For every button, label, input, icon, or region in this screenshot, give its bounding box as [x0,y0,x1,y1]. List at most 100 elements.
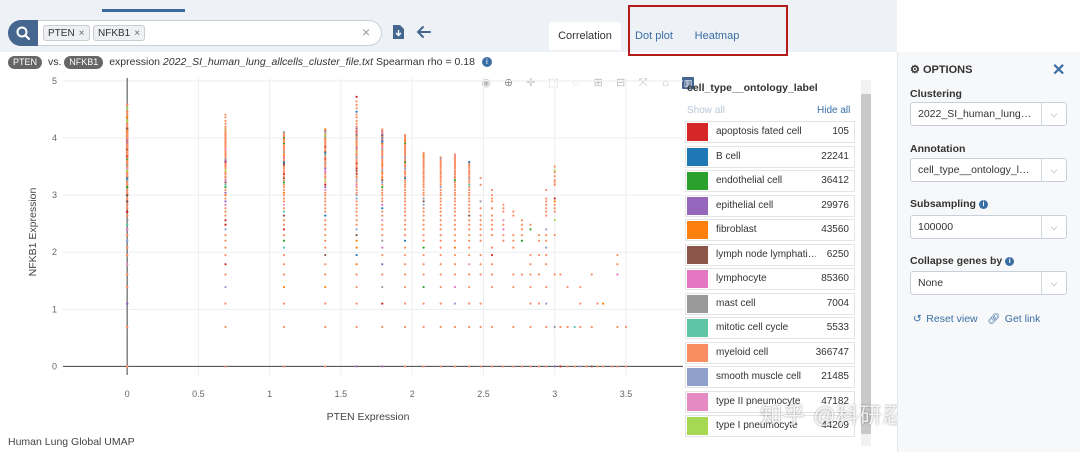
reset-view-link[interactable]: ↺ Reset view [913,309,978,327]
hide-all-link[interactable]: Hide all [817,105,850,116]
plot-axes [63,78,683,375]
remove-tag-icon[interactable]: × [134,28,140,39]
legend-item[interactable]: fibroblast 43560 [685,219,855,241]
scatter-point [453,219,457,222]
scatter-point [584,365,588,368]
show-all-link[interactable]: Show all [687,105,725,116]
scatter-point [468,302,471,305]
legend-item-label: B cell [716,150,741,162]
scatter-point [439,325,442,329]
scatter-point [529,253,532,257]
scatter-point [324,179,327,182]
search-button[interactable] [8,20,38,46]
legend-item[interactable]: apoptosis fated cell 105 [685,121,855,143]
scatter-point [553,273,556,276]
scatter-point [282,285,286,289]
annotation-select[interactable]: cell_type__ontology_l… ⌵ [910,158,1067,182]
scatter-point [224,263,227,266]
scatter-point [224,203,227,206]
scatter-plot[interactable]: 0 0.5 1 1.5 2 2.5 3 3.5 0 1 2 3 4 5 PTEN Expression N… [0,70,683,436]
link-icon: 🔗︎ [987,313,1001,325]
collapse-genes-select[interactable]: None ⌵ [910,271,1067,295]
scatter-point [468,193,471,197]
clustering-select[interactable]: 2022_SI_human_lung… ⌵ [910,102,1067,126]
scatter-point [324,228,327,231]
subsampling-select[interactable]: 100000 ⌵ [910,215,1067,239]
get-link-link[interactable]: 🔗︎ Get link [987,309,1040,327]
scatter-point [355,219,358,222]
scatter-point [512,246,515,249]
scatter-point [355,210,358,213]
clear-search-icon[interactable]: × [362,24,370,40]
legend-item[interactable]: lymph node lymphati… 6250 [685,243,855,266]
scatter-point [439,169,442,172]
scatter-point [355,103,358,106]
legend-panel: cell_type__ontology_label Show all Hide … [683,76,873,446]
y-tick-label: 5 [52,76,57,86]
y-tick-label: 3 [52,190,57,200]
remove-tag-icon[interactable]: × [79,28,85,39]
scatter-point [453,233,457,237]
scatter-point [125,233,129,237]
scatter-point [590,273,593,276]
legend-item-label: lymphocyte [716,273,767,284]
scatter-point [422,203,425,206]
legend-item[interactable]: myeloid cell 366747 [685,341,855,364]
scatter-point [529,365,532,368]
scatter-point [125,246,129,249]
info-icon[interactable]: i [481,57,492,68]
scatter-point [324,128,327,131]
scatter-point [422,169,425,172]
scatter-point [381,207,384,210]
scatter-point [490,246,494,249]
scatter-point [355,113,358,116]
scatter-point [125,103,129,107]
scatter-point [324,197,327,200]
scatter-point [355,169,358,172]
back-arrow-icon[interactable] [416,24,432,45]
scatter-point [439,233,442,237]
scatter-point [355,125,358,128]
close-options-icon[interactable]: ✕ [1052,60,1065,80]
legend-item[interactable]: mast cell 7004 [685,292,855,315]
legend-scrollbar-thumb[interactable] [861,94,871,434]
scatter-point [422,183,425,186]
legend-item[interactable]: epithelial cell 29976 [685,194,855,217]
scatter-point [125,191,129,195]
scatter-point [479,233,482,237]
legend-item[interactable]: B cell 22241 [685,145,855,168]
scatter-point [490,214,494,217]
legend-item[interactable]: lymphocyte 85360 [685,268,855,290]
info-icon[interactable]: i [978,199,988,209]
scatter-point [439,210,442,213]
scatter-point [355,365,358,368]
scatter-point [553,207,556,210]
scatter-point [502,228,505,231]
scatter-point [453,188,457,192]
scatter-point [579,302,582,305]
legend-item[interactable]: mitotic cell cycle 5533 [685,317,855,339]
scatter-point [324,207,327,210]
legend-item[interactable]: endothelial cell 36412 [685,170,855,192]
download-icon[interactable] [392,24,405,45]
scatter-point [224,273,227,276]
legend-item-label: mitotic cell cycle [716,322,789,333]
scatter-point [381,223,384,226]
scatter-point [479,214,482,217]
scatter-point [355,273,358,276]
scatter-point [545,207,548,210]
scatter-point [453,153,457,156]
info-icon[interactable]: i [1005,256,1015,266]
scatter-point [282,263,286,266]
legend-item[interactable]: smooth muscle cell 21485 [685,366,855,388]
scatter-point [282,175,286,178]
scatter-point [479,183,482,186]
tab-correlation[interactable]: Correlation [549,22,621,50]
scatter-point [490,233,494,237]
scatter-point [512,365,515,368]
options-title-text: OPTIONS [922,64,973,76]
scatter-point [468,200,471,203]
scatter-point [355,179,358,182]
scatter-point [537,253,541,257]
scatter-point [529,263,532,266]
